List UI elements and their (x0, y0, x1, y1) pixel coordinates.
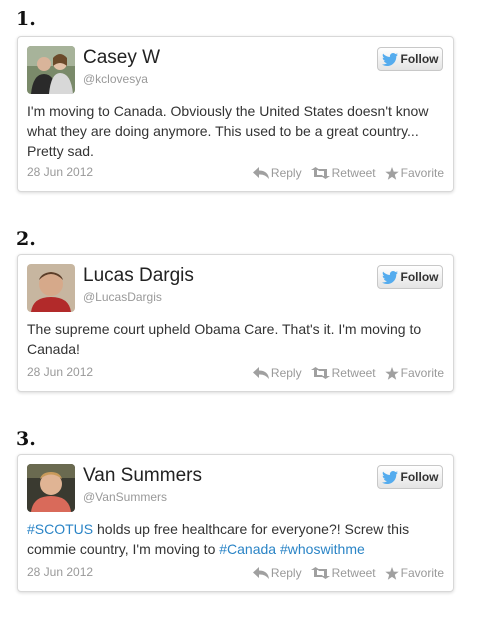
username[interactable]: @LucasDargis (83, 290, 162, 304)
reply-button[interactable]: Reply (252, 566, 302, 580)
favorite-button[interactable]: Favorite (384, 366, 444, 380)
favorite-button[interactable]: Favorite (384, 566, 444, 580)
tweet-text: The supreme court upheld Obama Care. Tha… (27, 319, 441, 359)
display-name[interactable]: Lucas Dargis (83, 265, 194, 287)
reply-arrow-icon (252, 567, 269, 579)
display-name[interactable]: Van Summers (83, 465, 202, 487)
reply-label: Reply (270, 166, 302, 180)
hashtag-link[interactable]: #whoswithme (280, 541, 365, 557)
follow-label: Follow (400, 270, 439, 284)
favorite-label: Favorite (400, 366, 444, 380)
reply-arrow-icon (252, 167, 269, 179)
hashtag-link[interactable]: #SCOTUS (27, 521, 93, 537)
reply-label: Reply (270, 566, 302, 580)
twitter-bird-icon (381, 52, 398, 66)
tweet-actions: Reply Retweet Favorite (252, 566, 444, 580)
tweet-card: Lucas Dargis @LucasDargis Follow The sup… (17, 254, 454, 392)
follow-label: Follow (400, 52, 439, 66)
follow-label: Follow (400, 470, 439, 484)
avatar[interactable] (27, 464, 75, 512)
tweet-text: #SCOTUS holds up free healthcare for eve… (27, 519, 441, 559)
tweet-date[interactable]: 28 Jun 2012 (27, 365, 93, 379)
tweet-number: 1. (16, 8, 36, 30)
retweet-button[interactable]: Retweet (310, 166, 376, 180)
hashtag-link[interactable]: #Canada (219, 541, 276, 557)
star-icon (384, 366, 399, 380)
favorite-button[interactable]: Favorite (384, 166, 444, 180)
tweet-text-segment: The supreme court upheld Obama Care. Tha… (27, 321, 422, 357)
username[interactable]: @VanSummers (83, 490, 167, 504)
twitter-bird-icon (381, 470, 398, 484)
tweet-card: Casey W @kclovesya Follow I'm moving to … (17, 36, 454, 192)
tweet-text-segment: I'm moving to Canada. Obviously the Unit… (27, 103, 429, 159)
tweet-actions: Reply Retweet Favorite (252, 366, 444, 380)
tweet-actions: Reply Retweet Favorite (252, 166, 444, 180)
retweet-label: Retweet (331, 566, 376, 580)
twitter-bird-icon (381, 270, 398, 284)
retweet-label: Retweet (331, 366, 376, 380)
avatar[interactable] (27, 46, 75, 94)
reply-label: Reply (270, 366, 302, 380)
favorite-label: Favorite (400, 566, 444, 580)
tweet-text: I'm moving to Canada. Obviously the Unit… (27, 101, 441, 161)
follow-button[interactable]: Follow (377, 47, 443, 71)
tweet-card: Van Summers @VanSummers Follow #SCOTUS h… (17, 454, 454, 592)
reply-arrow-icon (252, 367, 269, 379)
avatar[interactable] (27, 264, 75, 312)
star-icon (384, 566, 399, 580)
tweet-number: 2. (16, 228, 36, 250)
username[interactable]: @kclovesya (83, 72, 148, 86)
retweet-icon (310, 567, 330, 579)
follow-button[interactable]: Follow (377, 465, 443, 489)
display-name[interactable]: Casey W (83, 47, 160, 69)
retweet-label: Retweet (331, 166, 376, 180)
reply-button[interactable]: Reply (252, 366, 302, 380)
favorite-label: Favorite (400, 166, 444, 180)
star-icon (384, 166, 399, 180)
retweet-icon (310, 367, 330, 379)
retweet-icon (310, 167, 330, 179)
tweet-date[interactable]: 28 Jun 2012 (27, 165, 93, 179)
follow-button[interactable]: Follow (377, 265, 443, 289)
tweet-date[interactable]: 28 Jun 2012 (27, 565, 93, 579)
tweet-number: 3. (16, 428, 36, 450)
retweet-button[interactable]: Retweet (310, 566, 376, 580)
retweet-button[interactable]: Retweet (310, 366, 376, 380)
reply-button[interactable]: Reply (252, 166, 302, 180)
